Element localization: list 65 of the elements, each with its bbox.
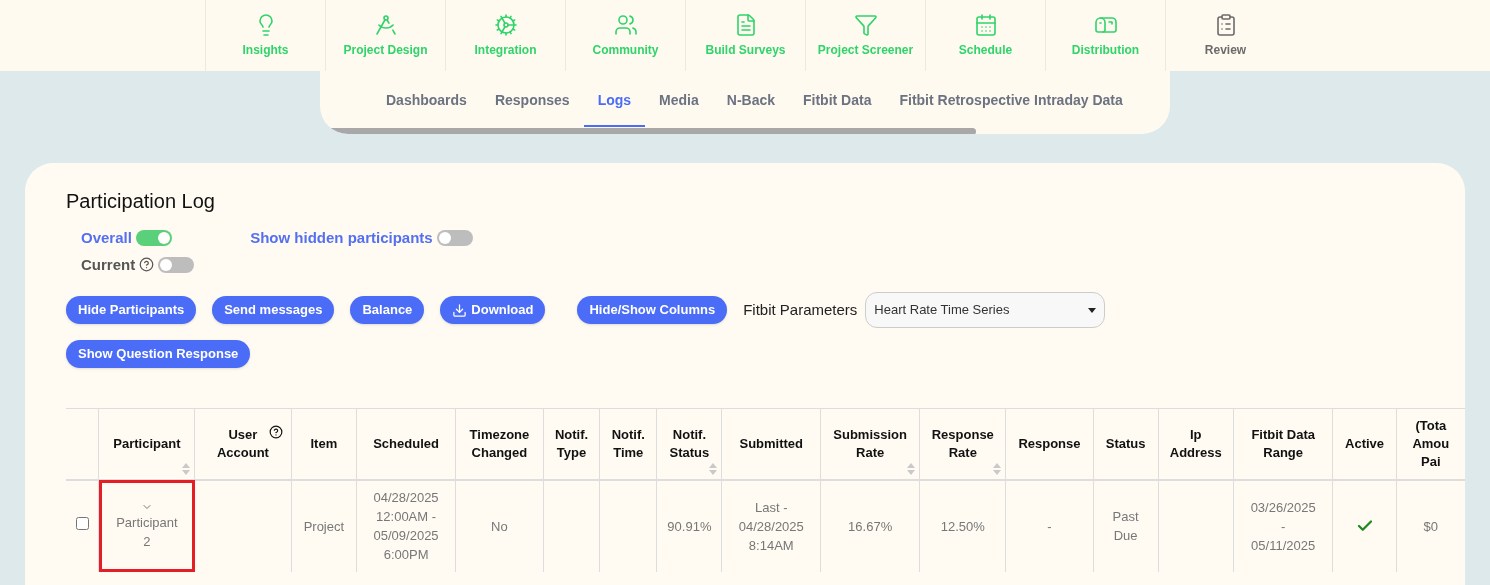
column-header: Fitbit Data Range xyxy=(1233,408,1333,480)
column-header: Active xyxy=(1332,408,1397,480)
table-cell: 90.91% xyxy=(656,479,722,572)
table-cell: Project xyxy=(291,479,357,572)
action-button[interactable]: Show Question Response xyxy=(66,340,251,368)
column-header: Notif. Type xyxy=(543,408,600,480)
table-cell: Last - 04/28/2025 8:14AM xyxy=(721,479,821,572)
nav-item[interactable]: Review xyxy=(1165,0,1285,71)
tab[interactable]: Fitbit Data xyxy=(789,71,886,127)
table-cell: 12.50% xyxy=(919,479,1006,572)
tab[interactable]: Dashboards xyxy=(372,71,481,127)
table-cell: - xyxy=(1005,479,1094,572)
sort-icon[interactable] xyxy=(907,462,916,475)
toggle-switch[interactable] xyxy=(158,256,195,273)
column-header[interactable]: Notif. Status xyxy=(656,408,722,480)
action-button[interactable]: Download xyxy=(440,296,546,324)
table-cell: Participant 2 xyxy=(98,479,195,572)
column-header: Ip Address xyxy=(1158,408,1234,480)
table-cell: 03/26/2025 - 05/11/2025 xyxy=(1233,479,1333,572)
sort-icon[interactable] xyxy=(993,462,1002,475)
toggle-label: Show hidden participants xyxy=(250,228,433,248)
table-cell: Past Due xyxy=(1093,479,1159,572)
table-cell: No xyxy=(455,479,544,572)
toggle-switch[interactable] xyxy=(135,230,172,247)
toggle-label: Current xyxy=(81,254,136,275)
action-button[interactable]: Balance xyxy=(350,296,425,324)
help-icon[interactable] xyxy=(268,425,283,439)
tab[interactable]: Fitbit Retrospective Intraday Data xyxy=(885,71,1137,127)
column-header[interactable]: Response Rate xyxy=(919,408,1006,480)
column-header[interactable]: Submission Rate xyxy=(820,408,920,480)
tab[interactable]: Responses xyxy=(480,71,584,127)
people-icon xyxy=(613,12,638,37)
column-header: Notif. Time xyxy=(599,408,657,480)
fitbit-parameters-dropdown[interactable]: Heart Rate Time Series xyxy=(865,292,1106,328)
column-header[interactable]: Participant xyxy=(98,408,195,480)
column-header: Submitted xyxy=(721,408,821,480)
column-header: (Tota Amou Pai xyxy=(1396,408,1465,480)
column-header: Response xyxy=(1005,408,1094,480)
table-cell: $0 xyxy=(1396,479,1465,572)
action-button[interactable]: Send messages xyxy=(212,296,335,324)
toggle-label: Overall xyxy=(81,228,132,248)
column-header: Status xyxy=(1093,408,1159,480)
toggle-switch[interactable] xyxy=(436,230,473,247)
help-icon[interactable] xyxy=(139,257,155,273)
tab[interactable]: Media xyxy=(645,71,713,127)
caret-icon xyxy=(1088,307,1097,313)
column-header: User Account xyxy=(194,408,291,480)
column-header: Timezone Changed xyxy=(455,408,544,480)
filter-icon xyxy=(853,12,878,37)
row-checkbox[interactable] xyxy=(75,517,89,531)
gear-icon xyxy=(493,12,518,37)
calendar-icon xyxy=(973,12,998,37)
fitbit-parameters-label: Fitbit Parameters xyxy=(743,299,858,320)
table-cell: 04/28/2025 12:00AM - 05/09/2025 6:00PM xyxy=(356,479,456,572)
table-cell: 16.67% xyxy=(820,479,920,572)
action-button[interactable]: Hide Participants xyxy=(66,296,197,324)
sort-icon[interactable] xyxy=(182,462,191,475)
column-header: Item xyxy=(291,408,357,480)
page-title: Participation Log xyxy=(66,189,216,214)
action-button[interactable]: Hide/Show Columns xyxy=(577,296,728,324)
column-header: Scheduled xyxy=(356,408,456,480)
compass-icon xyxy=(373,12,398,37)
sort-icon[interactable] xyxy=(709,462,718,475)
download-icon xyxy=(452,302,468,318)
tab[interactable]: N-Back xyxy=(712,71,789,127)
